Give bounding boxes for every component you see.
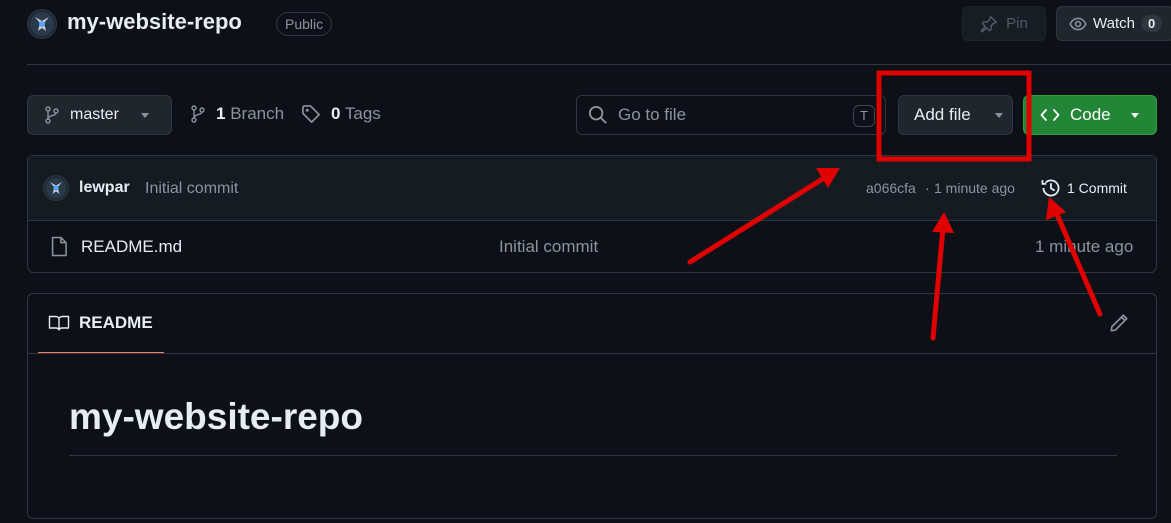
file-name[interactable]: README.md [81, 237, 182, 257]
repo-title[interactable]: my-website-repo [67, 9, 242, 35]
branch-count: 1 [216, 104, 226, 123]
commit-message[interactable]: Initial commit [145, 180, 238, 198]
pencil-icon[interactable] [1109, 313, 1129, 333]
branch-icon [44, 106, 60, 124]
readme-tab-divider [28, 353, 1156, 354]
code-button[interactable]: Code [1023, 95, 1157, 135]
file-row[interactable]: README.md Initial commit 1 minute ago [28, 221, 1156, 273]
caret-down-icon [140, 112, 149, 118]
watch-button[interactable]: Watch 0 [1056, 6, 1171, 41]
tag-icon [301, 104, 321, 124]
commit-time: 1 minute ago [934, 180, 1015, 196]
caret-down-icon [994, 112, 1003, 118]
add-file-button[interactable]: Add file [898, 95, 1013, 135]
commit-separator: · [925, 180, 930, 196]
add-file-label: Add file [914, 105, 971, 124]
branch-icon [190, 104, 206, 124]
tag-count: 0 [331, 104, 341, 123]
eye-icon [1069, 15, 1087, 33]
pin-icon [980, 15, 998, 33]
visibility-badge: Public [276, 12, 333, 36]
book-icon [48, 314, 70, 332]
branch-name: master [70, 106, 119, 123]
commits-link[interactable]: 1 Commit [1040, 177, 1127, 199]
branch-label: Branch [230, 104, 285, 123]
readme-panel: README my-website-repo [27, 293, 1157, 519]
pin-button[interactable]: Pin [962, 6, 1046, 41]
code-icon [1040, 107, 1060, 123]
search-icon [588, 105, 608, 125]
commit-hash[interactable]: a066cfa [866, 180, 916, 196]
file-time: 1 minute ago [1035, 237, 1134, 256]
history-icon [1040, 177, 1062, 199]
file-list-panel: lewpar Initial commit a066cfa · 1 minute… [27, 155, 1157, 273]
commit-author[interactable]: lewpar [79, 179, 130, 197]
readme-heading-rule [69, 455, 1117, 456]
branch-selector[interactable]: master [27, 95, 172, 135]
pin-label: Pin [1006, 15, 1028, 32]
file-icon [50, 236, 68, 257]
author-avatar[interactable] [43, 175, 69, 201]
commits-label: 1 Commit [1067, 180, 1127, 196]
watch-count: 0 [1140, 15, 1163, 32]
go-to-file-search[interactable]: Go to file T [576, 95, 886, 135]
readme-heading: my-website-repo [69, 396, 364, 437]
caret-down-icon [1130, 112, 1139, 118]
file-commit-message[interactable]: Initial commit [499, 237, 598, 257]
readme-tab-label: README [79, 313, 153, 332]
watch-label: Watch [1093, 15, 1135, 32]
readme-tab[interactable]: README [38, 294, 164, 354]
tag-label: Tags [344, 104, 381, 123]
search-placeholder: Go to file [618, 105, 687, 124]
search-shortcut-key: T [853, 105, 875, 127]
header-divider [27, 64, 1171, 65]
tags-link[interactable]: 0 Tags [301, 104, 381, 124]
repo-avatar-icon[interactable] [27, 9, 57, 39]
branches-link[interactable]: 1 Branch [190, 104, 284, 124]
code-label: Code [1070, 105, 1111, 124]
